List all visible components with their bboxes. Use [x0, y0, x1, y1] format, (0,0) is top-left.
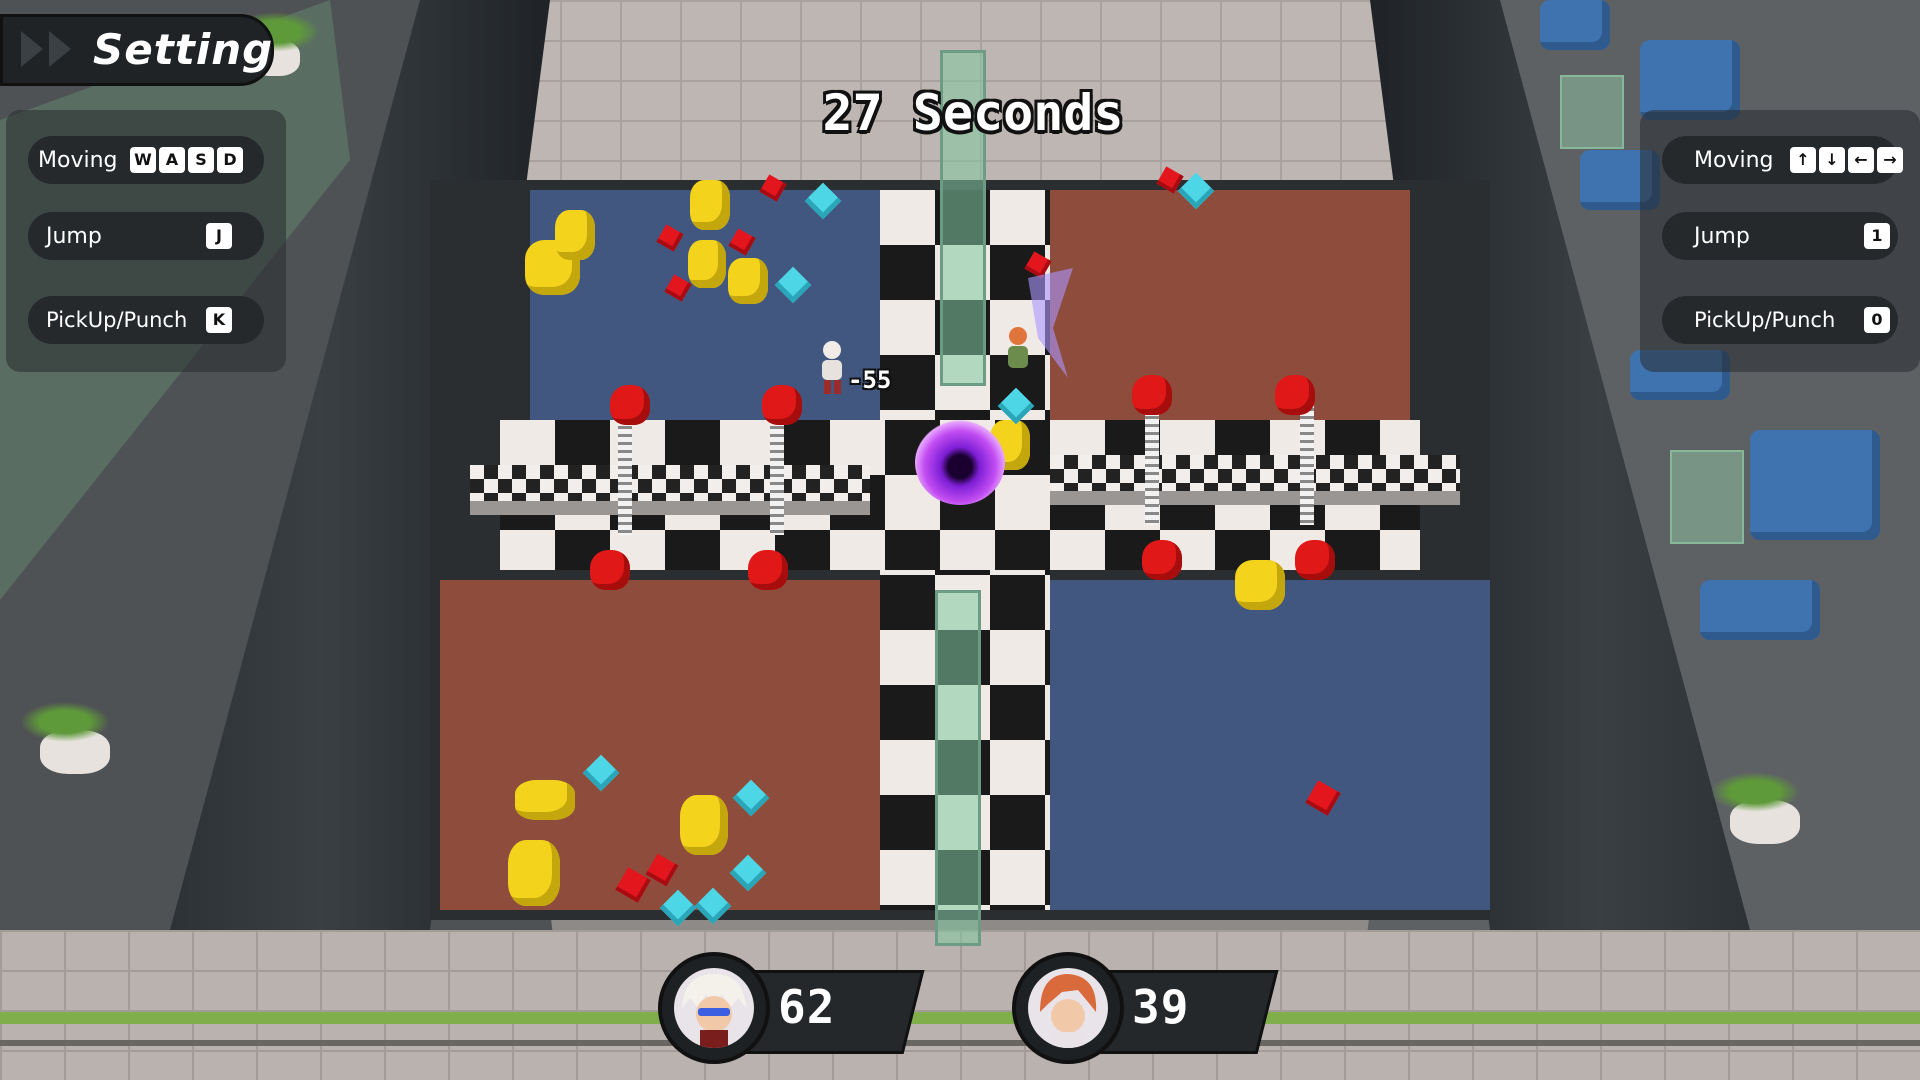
- yellow-gem: [688, 240, 726, 288]
- round-timer: 27 Seconds: [822, 84, 1124, 142]
- key-left-arrow: ←: [1848, 147, 1874, 173]
- setting-label: Setting: [93, 25, 274, 74]
- avatar: [1012, 952, 1124, 1064]
- pickup-punch-control-row: PickUp/Punch K: [28, 296, 264, 344]
- blue-zone-bottom-right: [1050, 580, 1490, 910]
- boxing-glove: [610, 385, 650, 425]
- jump-control-row: Jump J: [28, 212, 264, 260]
- yellow-gem: [680, 795, 728, 855]
- moving-control-row: Moving W A S D: [28, 136, 264, 184]
- key-d: D: [217, 147, 243, 173]
- jump-label: Jump: [46, 224, 102, 249]
- red-zone-top-right: [1040, 190, 1410, 430]
- key-j: J: [206, 223, 232, 249]
- white-haired-sunglasses-avatar: [674, 968, 754, 1048]
- key-1: 1: [1864, 223, 1890, 249]
- potted-plant: [1710, 772, 1800, 844]
- player1-controls-panel: Moving W A S D Jump J PickUp/Punch K: [6, 110, 286, 372]
- key-up-arrow: ↑: [1790, 147, 1816, 173]
- key-a: A: [159, 147, 185, 173]
- boxing-glove: [1275, 375, 1315, 415]
- boxing-glove: [748, 550, 788, 590]
- boxing-glove: [590, 550, 630, 590]
- boxing-glove: [1132, 375, 1172, 415]
- boxing-glove: [1295, 540, 1335, 580]
- key-right-arrow: →: [1877, 147, 1903, 173]
- red-haired-avatar: [1028, 968, 1108, 1048]
- purple-vortex-portal: [915, 420, 1005, 505]
- moving-label: Moving: [1694, 148, 1774, 173]
- moving-label: Moving: [38, 148, 118, 173]
- pickup-punch-label: PickUp/Punch: [46, 308, 188, 332]
- key-down-arrow: ↓: [1819, 147, 1845, 173]
- rail-line: [0, 1040, 1920, 1046]
- player2-score: 39: [1132, 980, 1190, 1034]
- yellow-gem: [515, 780, 575, 820]
- yellow-gem: [728, 258, 768, 304]
- player2-controls-panel: Moving ↑ ↓ ← → Jump 1 PickUp/Punch 0: [1640, 110, 1920, 372]
- key-w: W: [130, 147, 156, 173]
- key-s: S: [188, 147, 214, 173]
- blue-armchair: [1700, 580, 1820, 640]
- key-0: 0: [1864, 307, 1890, 333]
- bottom-tiled-floor: [0, 930, 1920, 1080]
- chevron-right-icon: [21, 31, 43, 67]
- player2-score-card: 39: [1012, 952, 1279, 1064]
- glass-table: [1670, 450, 1744, 544]
- player1-score: 62: [778, 980, 836, 1034]
- yellow-gem: [1235, 560, 1285, 610]
- boxing-glove: [1142, 540, 1182, 580]
- boxing-glove: [762, 385, 802, 425]
- checkered-barrier-left: [470, 465, 870, 515]
- yellow-gem: [555, 210, 595, 260]
- potted-plant: [20, 702, 110, 774]
- moving-control-row: Moving ↑ ↓ ← →: [1662, 136, 1903, 184]
- pickup-punch-control-row: PickUp/Punch 0: [1662, 296, 1898, 344]
- yellow-gem: [508, 840, 560, 906]
- player-two-character: [1008, 268, 1073, 378]
- jump-label: Jump: [1694, 224, 1750, 249]
- jump-control-row: Jump 1: [1662, 212, 1898, 260]
- blue-armchair: [1750, 430, 1880, 540]
- blue-armchair: [1540, 0, 1610, 50]
- grass-strip: [0, 1012, 1920, 1024]
- key-k: K: [206, 307, 232, 333]
- yellow-gem: [690, 180, 730, 230]
- chevron-right-icon: [49, 31, 71, 67]
- player1-score-card: 62: [658, 952, 925, 1064]
- checkered-barrier-right: [1050, 455, 1460, 505]
- glass-divider-bottom: [935, 590, 981, 946]
- avatar: [658, 952, 770, 1064]
- pickup-punch-label: PickUp/Punch: [1694, 308, 1836, 332]
- game-scene: -55: [0, 0, 1920, 1080]
- damage-popup: -55: [848, 366, 892, 394]
- setting-button[interactable]: Setting: [0, 14, 274, 86]
